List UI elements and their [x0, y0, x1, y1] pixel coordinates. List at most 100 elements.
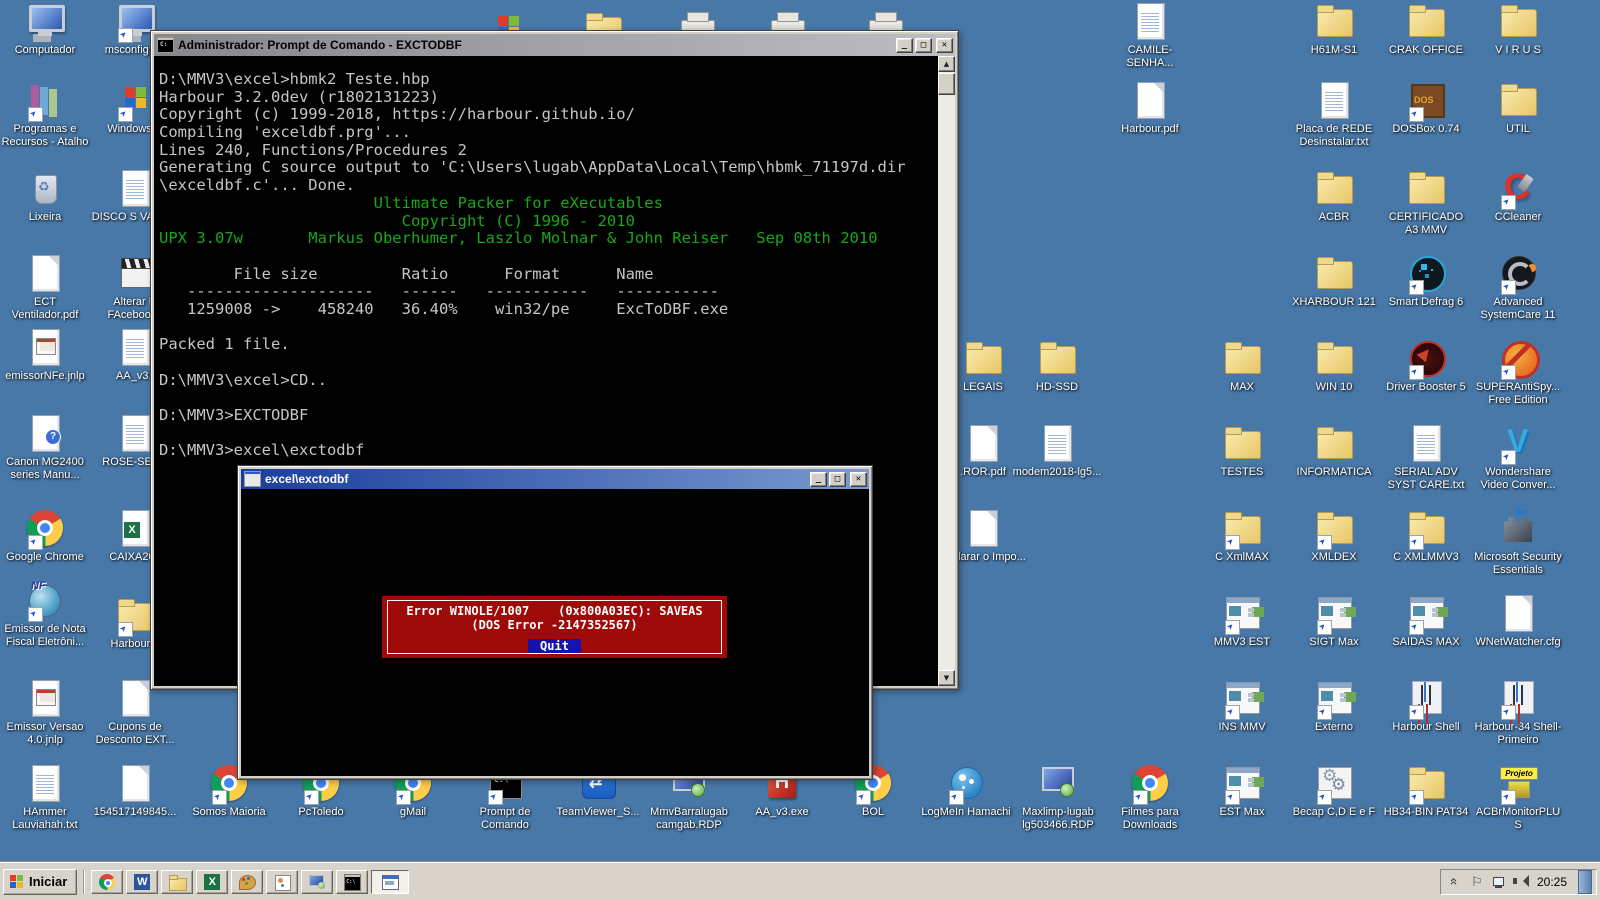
desktop-icon-testes[interactable]: TESTES: [1197, 422, 1287, 479]
desktop-icon-harbour-pdf[interactable]: Harbour.pdf: [1105, 79, 1195, 136]
desktop-icon-dosbox-0-74[interactable]: DOSBox 0.74: [1381, 79, 1471, 136]
desktop-icon-certificado-a3-mmv[interactable]: CERTIFICADO A3 MMV: [1381, 167, 1471, 237]
icon-label: Smart Defrag 6: [1381, 296, 1471, 309]
desktop-icon-max[interactable]: MAX: [1197, 337, 1287, 394]
start-button[interactable]: Iniciar: [3, 869, 77, 895]
desktop-icon-wondershare-video-conver[interactable]: Wondershare Video Conver...: [1473, 422, 1563, 492]
desktop-icon-sigt-max[interactable]: SIGT Max: [1289, 592, 1379, 649]
taskbar-button-command-prompt[interactable]: [336, 870, 368, 894]
desktop-icon-emissor-versao-4-0-jnlp[interactable]: Emissor Versao 4.0.jnlp: [0, 677, 90, 747]
winapp-icon: [1402, 592, 1450, 634]
maximize-button[interactable]: □: [915, 38, 932, 53]
taskbar-button-chrome[interactable]: [91, 870, 123, 894]
desktop-icon-c-xmlmax[interactable]: C XmlMAX: [1197, 507, 1287, 564]
close-button[interactable]: ✕: [936, 38, 953, 53]
folder-icon: [1310, 337, 1358, 379]
doc-icon: [21, 252, 69, 294]
desktop-icon-microsoft-security-essentials[interactable]: Microsoft Security Essentials: [1473, 507, 1563, 577]
network-icon[interactable]: [1491, 874, 1505, 890]
action-center-flag-icon[interactable]: [1470, 874, 1484, 890]
close-button[interactable]: ✕: [850, 472, 867, 487]
shortcut-arrow-icon: [1409, 280, 1424, 295]
desktop-icon-computador[interactable]: Computador: [0, 0, 90, 57]
desktop-icon-programas-e-recursos-atalho[interactable]: Programas e Recursos - Atalho: [0, 79, 90, 149]
scrollbar[interactable]: ▲ ▼: [938, 56, 955, 686]
scroll-up-icon[interactable]: ▲: [938, 56, 955, 72]
desktop-icon-maxlimp-lugab-lg503466-rdp[interactable]: Maxlimp-lugab lg503466.RDP: [1013, 762, 1103, 832]
asc-icon: [1494, 252, 1542, 294]
desktop-icon-154517149845[interactable]: 154517149845...: [90, 762, 180, 819]
console-line: Lines 240, Functions/Procedures 2: [159, 142, 938, 160]
maximize-button[interactable]: □: [829, 472, 846, 487]
desktop-icon-v-i-r-u-s[interactable]: V I R U S: [1473, 0, 1563, 57]
taskbar-button-excel[interactable]: [196, 870, 228, 894]
taskbar-clock[interactable]: 20:25: [1533, 875, 1571, 889]
desktop-icon-saidas-max[interactable]: SAIDAS MAX: [1381, 592, 1471, 649]
desktop-icon-advanced-systemcare-11[interactable]: Advanced SystemCare 11: [1473, 252, 1563, 322]
scroll-thumb[interactable]: [938, 73, 955, 95]
desktop-icon-wnetwatcher-cfg[interactable]: WNetWatcher.cfg: [1473, 592, 1563, 649]
taskbar-button-word[interactable]: [126, 870, 158, 894]
desktop-icon-ect-ventilador-pdf[interactable]: ECT Ventilador.pdf: [0, 252, 90, 322]
desktop-icon-lixeira[interactable]: Lixeira: [0, 167, 90, 224]
icon-label: CERTIFICADO A3 MMV: [1381, 211, 1471, 237]
desktop-icon-becap-c-d-e-e-f[interactable]: Becap C,D E e F: [1289, 762, 1379, 819]
desktop-icon-util[interactable]: UTIL: [1473, 79, 1563, 136]
desktop-icon-xharbour-121[interactable]: XHARBOUR 121: [1289, 252, 1379, 309]
taskbar-button-contacts[interactable]: [266, 870, 298, 894]
hidden-icons-chevron-icon[interactable]: [1449, 874, 1463, 890]
desktop-icon-mmv3-est[interactable]: MMV3 EST: [1197, 592, 1287, 649]
desktop-icon-crak-office[interactable]: CRAK OFFICE: [1381, 0, 1471, 57]
desktop-icon-hb34-bin-pat34[interactable]: HB34-BIN PAT34: [1381, 762, 1471, 819]
desktop-icon-smart-defrag-6[interactable]: Smart Defrag 6: [1381, 252, 1471, 309]
desktop-icon-logmein-hamachi[interactable]: LogMeIn Hamachi: [921, 762, 1011, 819]
shortcut-arrow-icon: [1317, 535, 1332, 550]
taskbar-button-folder[interactable]: [161, 870, 193, 894]
taskbar-button-paint[interactable]: [231, 870, 263, 894]
desktop-icon-c-xmlmmv3[interactable]: C XMLMMV3: [1381, 507, 1471, 564]
desktop-icon-ccleaner[interactable]: CCleaner: [1473, 167, 1563, 224]
desktop-icon-driver-booster-5[interactable]: Driver Booster 5: [1381, 337, 1471, 394]
desktop-icon-serial-adv-syst-care-txt[interactable]: SERIAL ADV SYST CARE.txt: [1381, 422, 1471, 492]
desktop-icon-acbrmonitorplus[interactable]: ACBrMonitorPLUS: [1473, 762, 1563, 832]
desktop-icon-hd-ssd[interactable]: HD-SSD: [1012, 337, 1102, 394]
desktop-icon-google-chrome[interactable]: Google Chrome: [0, 507, 90, 564]
scroll-down-icon[interactable]: ▼: [938, 670, 955, 686]
quit-button[interactable]: Quit: [528, 639, 581, 653]
desktop-icon-externo[interactable]: Externo: [1289, 677, 1379, 734]
shortcut-arrow-icon: [1317, 620, 1332, 635]
desktop-icon-informatica[interactable]: INFORMATICA: [1289, 422, 1379, 479]
desktop-icon-h61m-s1[interactable]: H61M-S1: [1289, 0, 1379, 57]
console-line: Ultimate Packer for eXecutables: [159, 195, 938, 213]
desktop-icon-ins-mmv[interactable]: INS MMV: [1197, 677, 1287, 734]
db5-icon: [1402, 337, 1450, 379]
folder-icon: [1218, 422, 1266, 464]
icon-label: HD-SSD: [1012, 381, 1102, 394]
show-desktop-button[interactable]: [1578, 870, 1592, 894]
desktop-icon-xmldex[interactable]: XMLDEX: [1289, 507, 1379, 564]
desktop-icon-est-max[interactable]: EST Max: [1197, 762, 1287, 819]
desktop-icon-win-10[interactable]: WIN 10: [1289, 337, 1379, 394]
windows-logo-icon: [9, 874, 25, 890]
console-line: [159, 248, 938, 266]
desktop-icon-acbr[interactable]: ACBR: [1289, 167, 1379, 224]
desktop-icon-modem2018-lg5[interactable]: modem2018-lg5...: [1012, 422, 1102, 479]
desktop-icon-emissor-de-nota-fiscal-eletr-ni[interactable]: Emissor de Nota Fiscal Eletrôni...: [0, 579, 90, 649]
minimize-button[interactable]: _: [896, 38, 913, 53]
desktop-icon-hammer-lauviahah-txt[interactable]: HAmmer Lauviahah.txt: [0, 762, 90, 832]
desktop-icon-filmes-para-downloads[interactable]: Filmes para Downloads: [1105, 762, 1195, 832]
taskbar-button-active-window[interactable]: [371, 870, 409, 894]
minimize-button[interactable]: _: [810, 472, 827, 487]
main-window-titlebar[interactable]: Administrador: Prompt de Comando - EXCTO…: [154, 34, 955, 56]
volume-icon[interactable]: [1512, 874, 1526, 890]
desktop-icon-emissornfe-jnlp[interactable]: emissorNFe.jnlp: [0, 326, 90, 383]
desktop-icon-harbour-34-shell-primeiro[interactable]: Harbour-34 Shell-Primeiro: [1473, 677, 1563, 747]
desktop-icon-superantispy-free-edition[interactable]: SUPERAntiSpy... Free Edition: [1473, 337, 1563, 407]
desktop-icon-placa-de-rede-desinstalar-txt[interactable]: Placa de REDE Desinstalar.txt: [1289, 79, 1379, 149]
desktop-icon-harbour-shell[interactable]: Harbour Shell: [1381, 677, 1471, 734]
console-line: Copyright (c) 1999-2018, https://harbour…: [159, 106, 938, 124]
desktop-icon-canon-mg2400-series-manu[interactable]: Canon MG2400 series Manu...: [0, 412, 90, 482]
desktop-icon-camile-senha[interactable]: CAMILE-SENHA...: [1105, 0, 1195, 70]
child-window-titlebar[interactable]: excel\exctodbf _ □ ✕: [241, 469, 869, 489]
taskbar-button-remote-desktop[interactable]: [301, 870, 333, 894]
